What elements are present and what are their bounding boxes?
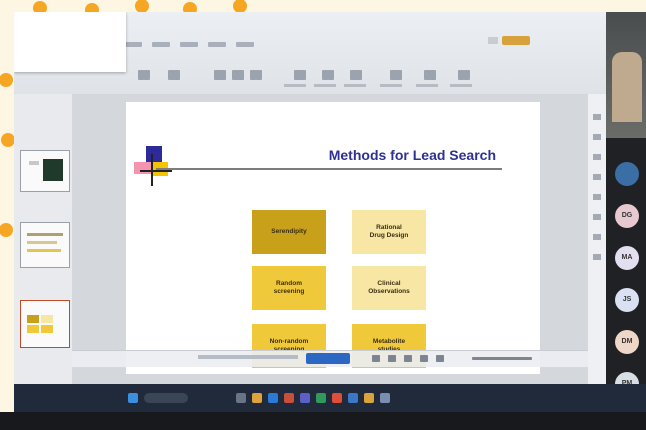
rail-icon[interactable]	[593, 134, 601, 140]
ribbon-tab[interactable]	[180, 42, 198, 47]
tool-label	[380, 84, 402, 87]
italic-icon[interactable]	[250, 70, 262, 80]
thumbnail-preview	[27, 315, 53, 333]
participant-avatar[interactable]: DG	[615, 204, 639, 228]
slide-thumbnail-pane	[14, 94, 72, 384]
thumbnail-preview	[29, 159, 63, 181]
participant-avatar[interactable]	[615, 162, 639, 186]
start-icon[interactable]	[128, 393, 138, 403]
status-bar	[0, 412, 646, 430]
notification-toast[interactable]	[14, 12, 126, 72]
tool-label	[314, 84, 336, 87]
font-icon[interactable]	[214, 70, 226, 80]
ribbon-tab[interactable]	[152, 42, 170, 47]
rail-icon[interactable]	[593, 154, 601, 160]
share-button[interactable]	[502, 36, 530, 45]
share-status-text	[198, 355, 298, 359]
ribbon-tab[interactable]	[124, 42, 142, 47]
screen-share-bar	[72, 350, 588, 367]
slide-thumbnail[interactable]	[20, 222, 70, 268]
shapes-icon[interactable]	[294, 70, 306, 80]
decor-dot	[0, 223, 13, 237]
zoom-slider[interactable]	[472, 357, 532, 360]
slide-canvas[interactable]: Methods for Lead Search Serendipity Rand…	[126, 102, 540, 374]
participant-avatar[interactable]: MA	[615, 246, 639, 270]
teams-icon[interactable]	[300, 393, 310, 403]
method-box-rational-drug-design: Rational Drug Design	[352, 210, 426, 254]
decor-dot	[0, 73, 13, 87]
slide-editor: Methods for Lead Search Serendipity Rand…	[72, 94, 588, 384]
slide-thumbnail[interactable]	[20, 150, 70, 192]
method-box-random-screening: Random screening	[252, 266, 326, 310]
reading-view-icon[interactable]	[420, 355, 428, 362]
ribbon-tabs	[124, 42, 254, 47]
quick-styles-icon[interactable]	[350, 70, 362, 80]
edge-icon[interactable]	[268, 393, 278, 403]
tool-label	[416, 84, 438, 87]
find-icon[interactable]	[390, 70, 402, 80]
rail-icon[interactable]	[593, 234, 601, 240]
participant-avatar[interactable]: JS	[615, 288, 639, 312]
right-side-rail	[588, 94, 606, 384]
designer-icon[interactable]	[458, 70, 470, 80]
screen: Methods for Lead Search Serendipity Rand…	[14, 12, 646, 412]
title-underline	[156, 168, 502, 170]
participant-avatar[interactable]: DM	[615, 330, 639, 354]
normal-view-icon[interactable]	[388, 355, 396, 362]
slide-thumbnail-active[interactable]	[20, 300, 70, 348]
rail-icon[interactable]	[593, 174, 601, 180]
ribbon-tab[interactable]	[208, 42, 226, 47]
decor-dot	[1, 133, 15, 147]
slideshow-icon[interactable]	[436, 355, 444, 362]
presenter-video	[606, 12, 646, 138]
app-icon[interactable]	[364, 393, 374, 403]
bold-icon[interactable]	[232, 70, 244, 80]
rail-icon[interactable]	[593, 114, 601, 120]
slide-logo	[134, 146, 172, 186]
rail-icon[interactable]	[593, 214, 601, 220]
powerpoint-icon[interactable]	[284, 393, 294, 403]
sorter-view-icon[interactable]	[404, 355, 412, 362]
chrome-icon[interactable]	[332, 393, 342, 403]
tool-label	[284, 84, 306, 87]
tool-label	[450, 84, 472, 87]
tool-label	[344, 84, 366, 87]
paste-icon[interactable]	[138, 70, 150, 80]
dictate-icon[interactable]	[424, 70, 436, 80]
method-box-serendipity: Serendipity	[252, 210, 326, 254]
word-icon[interactable]	[348, 393, 358, 403]
rail-icon[interactable]	[593, 194, 601, 200]
taskbar-search[interactable]	[144, 393, 188, 403]
comments-icon[interactable]	[488, 37, 498, 44]
stop-sharing-button[interactable]	[306, 353, 350, 364]
slide-title: Methods for Lead Search	[328, 147, 496, 163]
thumbnail-preview	[27, 233, 63, 252]
excel-icon[interactable]	[316, 393, 326, 403]
file-explorer-icon[interactable]	[252, 393, 262, 403]
task-view-icon[interactable]	[236, 393, 246, 403]
new-slide-icon[interactable]	[168, 70, 180, 80]
ribbon-tab[interactable]	[236, 42, 254, 47]
taskbar	[14, 384, 646, 412]
rail-icon[interactable]	[593, 254, 601, 260]
notes-icon[interactable]	[372, 355, 380, 362]
presenter-figure	[612, 52, 642, 122]
arrange-icon[interactable]	[322, 70, 334, 80]
app-icon[interactable]	[380, 393, 390, 403]
method-box-clinical-observations: Clinical Observations	[352, 266, 426, 310]
